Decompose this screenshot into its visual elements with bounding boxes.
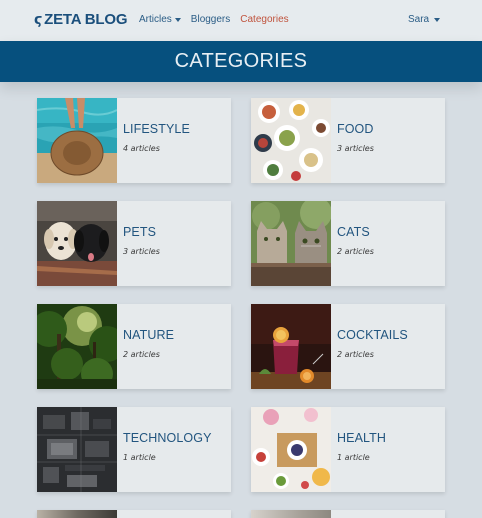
nav-articles-label: Articles (139, 14, 172, 25)
card-body: HEALTH 1 article (331, 407, 386, 492)
card-body: CATS 2 articles (331, 201, 374, 286)
category-title[interactable]: CATS (337, 225, 374, 239)
nature-photo (37, 304, 117, 389)
nav-links: Articles Bloggers Categories (139, 14, 289, 25)
nav-categories-label: Categories (240, 14, 289, 25)
card-body: LIFESTYLE 4 articles (117, 98, 190, 183)
category-card-nature[interactable]: NATURE 2 articles (37, 304, 231, 389)
technology-photo (37, 407, 117, 492)
article-count: 2 articles (337, 247, 374, 256)
user-menu-dropdown[interactable]: Sara (408, 14, 441, 25)
pets-photo (37, 201, 117, 286)
article-count: 4 articles (123, 144, 160, 153)
category-title[interactable]: COCKTAILS (337, 328, 408, 342)
category-photo (251, 510, 331, 518)
cats-photo (251, 201, 331, 286)
page-title: CATEGORIES (174, 50, 308, 72)
category-grid: LIFESTYLE 4 articles FOOD 3 articles PET… (37, 98, 445, 492)
zeta-logo-icon: ϛ (34, 11, 43, 28)
nav-categories-link[interactable]: Categories (240, 14, 288, 25)
nav-bloggers-label: Bloggers (190, 14, 231, 25)
category-card-food[interactable]: FOOD 3 articles (251, 98, 445, 183)
lifestyle-photo (37, 98, 117, 183)
category-grid-next-row (37, 510, 445, 518)
nav-bloggers-link[interactable]: Bloggers (191, 14, 230, 25)
category-card-pets[interactable]: PETS 3 articles (37, 201, 231, 286)
category-card-partial[interactable] (37, 510, 231, 518)
category-title[interactable]: TECHNOLOGY (123, 431, 212, 445)
food-photo (251, 98, 331, 183)
card-body: PETS 3 articles (117, 201, 160, 286)
card-body: FOOD 3 articles (331, 98, 374, 183)
category-title[interactable]: PETS (123, 225, 160, 239)
category-card-technology[interactable]: TECHNOLOGY 1 article (37, 407, 231, 492)
brand-logo[interactable]: ϛ ZETA BLOG (34, 11, 128, 28)
category-title[interactable]: FOOD (337, 122, 374, 136)
category-title[interactable]: NATURE (123, 328, 174, 342)
page-banner: CATEGORIES (0, 41, 482, 82)
user-name: Sara (408, 14, 430, 25)
category-title[interactable]: LIFESTYLE (123, 122, 190, 136)
article-count: 3 articles (337, 144, 374, 153)
category-card-partial[interactable] (251, 510, 445, 518)
brand-name: ZETA BLOG (44, 11, 128, 28)
card-body: NATURE 2 articles (117, 304, 174, 389)
category-card-health[interactable]: HEALTH 1 article (251, 407, 445, 492)
article-count: 2 articles (123, 350, 160, 359)
category-card-cocktails[interactable]: COCKTAILS 2 articles (251, 304, 445, 389)
health-photo (251, 407, 331, 492)
cocktails-photo (251, 304, 331, 389)
article-count: 2 articles (337, 350, 374, 359)
chevron-down-icon (434, 17, 441, 22)
navbar: ϛ ZETA BLOG Articles Bloggers Categories… (0, 0, 482, 41)
category-card-lifestyle[interactable]: LIFESTYLE 4 articles (37, 98, 231, 183)
article-count: 3 articles (123, 247, 160, 256)
nav-articles-dropdown[interactable]: Articles (139, 14, 181, 25)
category-title[interactable]: HEALTH (337, 431, 386, 445)
chevron-down-icon (174, 17, 181, 22)
article-count: 1 article (123, 453, 156, 462)
category-photo (37, 510, 117, 518)
article-count: 1 article (337, 453, 370, 462)
card-body: TECHNOLOGY 1 article (117, 407, 212, 492)
card-body: COCKTAILS 2 articles (331, 304, 408, 389)
category-card-cats[interactable]: CATS 2 articles (251, 201, 445, 286)
